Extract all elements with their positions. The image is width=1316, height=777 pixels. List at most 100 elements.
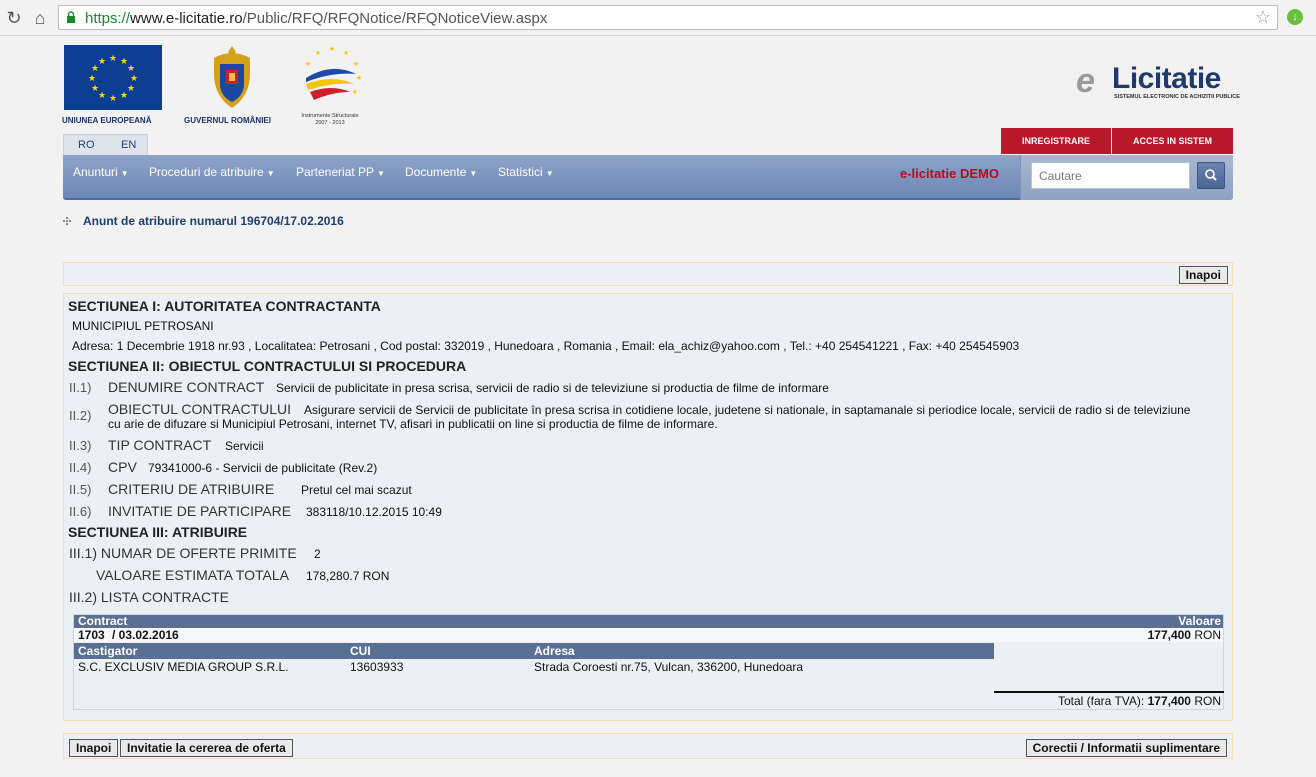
total-divider: [994, 691, 1224, 693]
chevron-down-icon: ▼: [266, 169, 275, 178]
home-icon[interactable]: ⌂: [29, 7, 51, 29]
corrections-button[interactable]: Corectii / Informatii suplimentare: [1025, 739, 1227, 757]
is-caption: Instrumente Structurale 2007 - 2013: [301, 113, 359, 126]
svg-text:★: ★: [305, 60, 311, 68]
nav-documente[interactable]: Documente ▼: [405, 165, 477, 179]
svg-text:★: ★: [127, 84, 135, 94]
svg-text:★: ★: [109, 54, 117, 64]
reload-icon[interactable]: ↻: [3, 7, 25, 29]
cpv-code: 79341000-6 - Servicii de publicitate (Re…: [148, 461, 378, 475]
lock-icon: [67, 11, 75, 23]
field-number: II.4): [69, 460, 92, 475]
structural-instruments-logo: ★ ★ ★ ★ ★ ★ ★: [305, 45, 362, 100]
column-contract: Contract: [78, 614, 128, 628]
winner-name: S.C. EXCLUSIV MEDIA GROUP S.R.L.: [78, 660, 289, 674]
nav-parteneriat[interactable]: Parteneriat PP ▼: [296, 165, 385, 179]
svg-text:★: ★: [343, 49, 349, 57]
bookmark-star-icon[interactable]: ☆: [1255, 7, 1271, 28]
field-number: II.5): [69, 482, 92, 497]
contract-object: Asigurare servicii de Servicii de public…: [304, 403, 1191, 417]
field-number: II.2): [69, 408, 92, 423]
contract-type: Servicii: [225, 439, 264, 453]
contracts-list-label: III.2) LISTA CONTRACTE: [69, 589, 229, 605]
contract-name: Servicii de publicitate in presa scrisa,…: [276, 381, 829, 395]
contract-date: / 03.02.2016: [112, 628, 179, 642]
romania-coat-of-arms-logo: [214, 46, 250, 108]
login-button[interactable]: ACCES IN SISTEM: [1112, 128, 1233, 154]
address-bar[interactable]: https://www.e-licitatie.ro/Public/RFQ/RF…: [58, 5, 1278, 30]
table-row: 1703 / 03.02.2016 177,400 RON: [74, 628, 1223, 642]
svg-text:★: ★: [88, 74, 96, 84]
lang-ro-link[interactable]: RO: [78, 139, 95, 151]
svg-text:★: ★: [352, 88, 358, 96]
search-button[interactable]: [1197, 162, 1225, 189]
nav-proceduri[interactable]: Proceduri de atribuire ▼: [149, 165, 275, 179]
column-cui: CUI: [350, 644, 371, 658]
field-number: II.6): [69, 504, 92, 519]
contract-value: 177,400 RON: [1147, 628, 1221, 642]
demo-label: e-licitatie DEMO: [900, 166, 999, 181]
language-tabs: RO EN: [63, 134, 148, 156]
svg-text:★: ★: [91, 84, 99, 94]
top-action-bar: Inapoi: [63, 262, 1233, 286]
svg-text:★: ★: [356, 74, 362, 82]
lang-en-link[interactable]: EN: [121, 139, 136, 151]
section-1-title: SECTIUNEA I: AUTORITATEA CONTRACTANTA: [68, 298, 381, 314]
table-row: S.C. EXCLUSIV MEDIA GROUP S.R.L. 1360393…: [74, 659, 994, 675]
bullet-icon: [63, 217, 71, 225]
contracts-table: Contract Valoare 1703 / 03.02.2016 177,4…: [73, 614, 1224, 710]
search-area: [1020, 155, 1233, 200]
winner-table-header: Castigator CUI Adresa: [74, 643, 994, 659]
nav-anunturi[interactable]: Anunturi ▼: [73, 165, 129, 179]
field-label: DENUMIRE CONTRACT: [108, 379, 265, 395]
contract-object-continued: cu arie de difuzare si Municipiul Petros…: [108, 417, 718, 431]
bottom-action-bar: Inapoi Invitatie la cererea de oferta Co…: [63, 733, 1233, 759]
field-label: CRITERIU DE ATRIBUIRE: [108, 481, 275, 497]
url-text: https://www.e-licitatie.ro/Public/RFQ/RF…: [85, 10, 548, 27]
field-label: CPV: [108, 459, 137, 475]
chevron-down-icon: ▼: [120, 169, 129, 178]
section-2-title: SECTIUNEA II: OBIECTUL CONTRACTULUI SI P…: [68, 358, 467, 374]
browser-toolbar: ↻ ⌂ https://www.e-licitatie.ro/Public/RF…: [0, 0, 1316, 36]
chevron-down-icon: ▼: [377, 169, 385, 178]
invitation-button[interactable]: Invitatie la cererea de oferta: [120, 739, 293, 757]
svg-text:★: ★: [109, 94, 117, 104]
estimate-value: 178,280.7 RON: [306, 569, 390, 583]
page-title: Anunt de atribuire numarul 196704/17.02.…: [83, 214, 344, 228]
invitation-reference: 383118/10.12.2015 10:49: [306, 505, 442, 519]
svg-text:★: ★: [315, 49, 321, 57]
field-label: OBIECTUL CONTRACTULUI: [108, 401, 292, 417]
back-button-top[interactable]: Inapoi: [1178, 266, 1228, 284]
award-criterion: Pretul cel mai scazut: [301, 483, 412, 497]
column-address: Adresa: [534, 644, 575, 658]
chevron-down-icon: ▼: [469, 169, 478, 178]
gov-caption: GUVERNUL ROMÂNIEI: [184, 116, 271, 125]
search-input[interactable]: [1031, 162, 1190, 189]
register-button[interactable]: INREGISTRARE: [1001, 128, 1111, 154]
svg-text:★: ★: [127, 64, 135, 74]
extension-icon[interactable]: ↓: [1287, 9, 1303, 25]
svg-text:★: ★: [329, 45, 335, 53]
svg-text:★: ★: [98, 57, 106, 67]
notice-content: SECTIUNEA I: AUTORITATEA CONTRACTANTA MU…: [63, 293, 1233, 721]
authority-address: Adresa: 1 Decembrie 1918 nr.93 , Localit…: [72, 339, 1020, 353]
back-button-bottom[interactable]: Inapoi: [69, 739, 119, 757]
authority-name: MUNICIPIUL PETROSANI: [72, 319, 214, 333]
svg-text:★: ★: [98, 91, 106, 101]
field-number: II.1): [69, 380, 92, 395]
column-winner: Castigator: [78, 644, 138, 658]
table-header: Contract Valoare: [74, 615, 1223, 628]
nav-statistici[interactable]: Statistici ▼: [498, 165, 554, 179]
offers-label: III.1) NUMAR DE OFERTE PRIMITE: [69, 545, 297, 561]
elicitatie-logo[interactable]: e Licitatie SISTEMUL ELECTRONIC DE ACHIZ…: [1076, 60, 1240, 105]
winner-cui: 13603933: [350, 660, 404, 674]
offers-value: 2: [314, 547, 321, 561]
section-3-title: SECTIUNEA III: ATRIBUIRE: [68, 524, 248, 540]
column-value: Valoare: [1178, 614, 1221, 628]
svg-text:★: ★: [130, 74, 138, 84]
contract-number: 1703: [78, 628, 105, 642]
eu-caption: UNIUNEA EUROPEANĂ: [62, 116, 152, 125]
eu-flag-logo: ★ ★ ★ ★ ★ ★ ★ ★ ★ ★ ★ ★: [64, 45, 162, 110]
field-label: INVITATIE DE PARTICIPARE: [108, 503, 292, 519]
main-navigation: Anunturi ▼ Proceduri de atribuire ▼ Parten…: [63, 155, 1233, 200]
